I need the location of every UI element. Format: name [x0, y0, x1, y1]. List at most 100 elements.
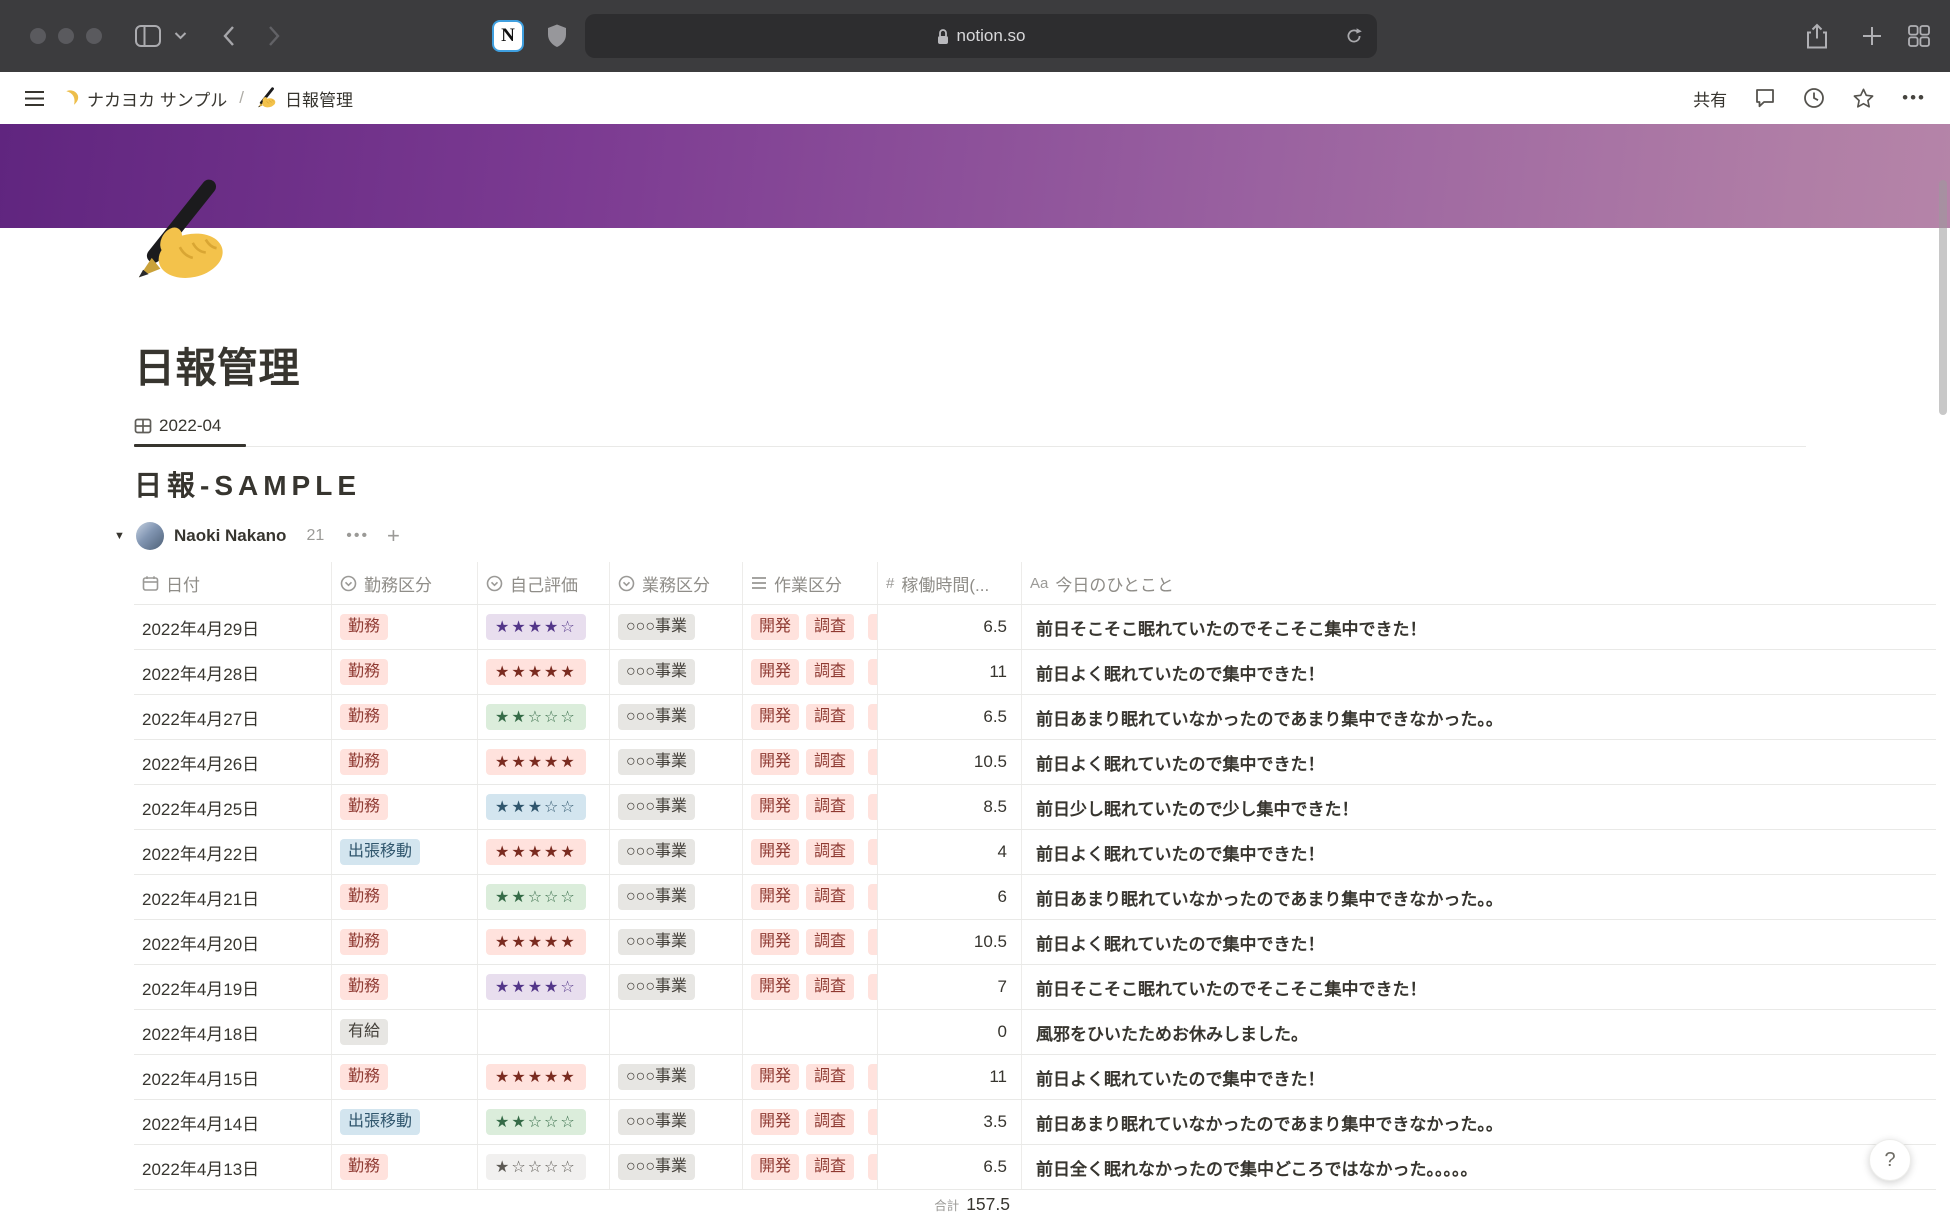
address-bar[interactable]: notion.so — [585, 14, 1377, 58]
date-cell[interactable]: 2022年4月15日 — [134, 1055, 332, 1099]
group-more-button[interactable]: ••• — [346, 527, 369, 545]
date-cell[interactable]: 2022年4月14日 — [134, 1100, 332, 1144]
tasks-cell[interactable]: 開発調査 — [743, 740, 878, 784]
comments-icon[interactable] — [1754, 87, 1776, 109]
business-cell[interactable]: ○○○事業 — [610, 605, 743, 649]
date-cell[interactable]: 2022年4月20日 — [134, 920, 332, 964]
tasks-cell[interactable]: 開発調査 — [743, 920, 878, 964]
duty-cell[interactable]: 勤務 — [332, 920, 478, 964]
date-cell[interactable]: 2022年4月21日 — [134, 875, 332, 919]
date-cell[interactable]: 2022年4月18日 — [134, 1010, 332, 1054]
zoom-window-button[interactable] — [86, 28, 102, 44]
comment-cell[interactable]: 前日そこそこ眠れていたのでそこそこ集中できた！ — [1022, 965, 1936, 1009]
date-cell[interactable]: 2022年4月29日 — [134, 605, 332, 649]
tasks-cell[interactable]: 開発調査 — [743, 785, 878, 829]
rating-cell[interactable]: ★★★★☆ — [478, 605, 610, 649]
business-cell[interactable]: ○○○事業 — [610, 875, 743, 919]
hours-cell[interactable]: 6.5 — [878, 605, 1022, 649]
favorite-star-icon[interactable] — [1852, 87, 1875, 110]
rating-cell[interactable]: ★☆☆☆☆ — [478, 1145, 610, 1189]
page-title[interactable]: 日報管理 — [134, 334, 300, 394]
date-cell[interactable]: 2022年4月28日 — [134, 650, 332, 694]
duty-cell[interactable]: 出張移動 — [332, 1100, 478, 1144]
comment-cell[interactable]: 前日あまり眠れていなかったのであまり集中できなかった。。 — [1022, 1100, 1936, 1144]
date-cell[interactable]: 2022年4月27日 — [134, 695, 332, 739]
scrollbar[interactable] — [1939, 180, 1947, 415]
business-cell[interactable]: ○○○事業 — [610, 1055, 743, 1099]
comment-cell[interactable]: 前日よく眠れていたので集中できた！ — [1022, 830, 1936, 874]
hours-sum-footer[interactable]: 合計157.5 — [878, 1194, 1010, 1215]
forward-button[interactable] — [268, 25, 281, 47]
duty-cell[interactable]: 有給 — [332, 1010, 478, 1054]
group-add-button[interactable]: + — [387, 526, 400, 546]
hours-cell[interactable]: 6.5 — [878, 695, 1022, 739]
duty-cell[interactable]: 勤務 — [332, 785, 478, 829]
rating-cell[interactable]: ★★★☆☆ — [478, 785, 610, 829]
page-emoji-icon[interactable] — [128, 178, 236, 286]
group-toggle-icon[interactable]: ▼ — [114, 530, 136, 542]
business-cell[interactable]: ○○○事業 — [610, 695, 743, 739]
view-tab-2022-04[interactable]: 2022-04 — [134, 410, 221, 442]
tasks-cell[interactable]: 開発調査 — [743, 1055, 878, 1099]
rating-cell[interactable]: ★★☆☆☆ — [478, 1100, 610, 1144]
comment-cell[interactable]: 前日そこそこ眠れていたのでそこそこ集中できた！ — [1022, 605, 1936, 649]
comment-cell[interactable]: 前日全く眠れなかったので集中どころではなかった。。。。。 — [1022, 1145, 1936, 1189]
hours-cell[interactable]: 4 — [878, 830, 1022, 874]
sidebar-chevron-down-icon[interactable] — [174, 32, 187, 41]
business-cell[interactable]: ○○○事業 — [610, 1100, 743, 1144]
hours-cell[interactable]: 11 — [878, 650, 1022, 694]
duty-cell[interactable]: 勤務 — [332, 1055, 478, 1099]
rating-cell[interactable]: ★★★★★ — [478, 830, 610, 874]
business-cell[interactable]: ○○○事業 — [610, 1145, 743, 1189]
hamburger-menu-icon[interactable] — [24, 90, 45, 107]
comment-cell[interactable]: 前日あまり眠れていなかったのであまり集中できなかった。。 — [1022, 695, 1936, 739]
comment-cell[interactable]: 前日よく眠れていたので集中できた！ — [1022, 650, 1936, 694]
tasks-cell[interactable]: 開発調査 — [743, 965, 878, 1009]
tasks-cell[interactable]: 開発調査 — [743, 695, 878, 739]
breadcrumb-page[interactable]: 日報管理 — [256, 86, 353, 111]
business-cell[interactable]: ○○○事業 — [610, 965, 743, 1009]
hours-cell[interactable]: 10.5 — [878, 740, 1022, 784]
tasks-cell[interactable]: 開発調査 — [743, 875, 878, 919]
sidebar-toggle-icon[interactable] — [135, 25, 161, 47]
reload-icon[interactable] — [1345, 27, 1363, 45]
date-cell[interactable]: 2022年4月26日 — [134, 740, 332, 784]
tasks-cell[interactable]: 開発調査 — [743, 605, 878, 649]
duty-cell[interactable]: 勤務 — [332, 740, 478, 784]
rating-cell[interactable]: ★★☆☆☆ — [478, 875, 610, 919]
rating-cell[interactable]: ★★★★★ — [478, 740, 610, 784]
hours-cell[interactable]: 0 — [878, 1010, 1022, 1054]
column-header-2[interactable]: 自己評価 — [478, 562, 610, 604]
share-button[interactable]: 共有 — [1693, 86, 1727, 111]
history-clock-icon[interactable] — [1803, 87, 1825, 109]
hours-cell[interactable]: 3.5 — [878, 1100, 1022, 1144]
date-cell[interactable]: 2022年4月13日 — [134, 1145, 332, 1189]
hours-cell[interactable]: 6 — [878, 875, 1022, 919]
hours-cell[interactable]: 6.5 — [878, 1145, 1022, 1189]
hours-cell[interactable]: 7 — [878, 965, 1022, 1009]
business-cell[interactable]: ○○○事業 — [610, 920, 743, 964]
tasks-cell[interactable] — [743, 1010, 878, 1054]
column-header-1[interactable]: 勤務区分 — [332, 562, 478, 604]
rating-cell[interactable]: ★★★★★ — [478, 650, 610, 694]
new-tab-icon[interactable] — [1862, 26, 1882, 46]
close-window-button[interactable] — [30, 28, 46, 44]
tab-overview-icon[interactable] — [1908, 25, 1930, 47]
comment-cell[interactable]: 風邪をひいたためお休みしました。 — [1022, 1010, 1936, 1054]
column-header-3[interactable]: 業務区分 — [610, 562, 743, 604]
business-cell[interactable]: ○○○事業 — [610, 740, 743, 784]
minimize-window-button[interactable] — [58, 28, 74, 44]
column-header-4[interactable]: 作業区分 — [743, 562, 878, 604]
business-cell[interactable]: ○○○事業 — [610, 830, 743, 874]
duty-cell[interactable]: 勤務 — [332, 1145, 478, 1189]
duty-cell[interactable]: 勤務 — [332, 695, 478, 739]
section-heading[interactable]: 日報-SAMPLE — [134, 464, 361, 504]
comment-cell[interactable]: 前日よく眠れていたので集中できた！ — [1022, 740, 1936, 784]
hours-cell[interactable]: 8.5 — [878, 785, 1022, 829]
column-header-5[interactable]: #稼働時間(... — [878, 562, 1022, 604]
duty-cell[interactable]: 勤務 — [332, 965, 478, 1009]
tasks-cell[interactable]: 開発調査 — [743, 830, 878, 874]
hours-cell[interactable]: 10.5 — [878, 920, 1022, 964]
help-button[interactable]: ? — [1869, 1139, 1911, 1181]
rating-cell[interactable]: ★★★★☆ — [478, 965, 610, 1009]
